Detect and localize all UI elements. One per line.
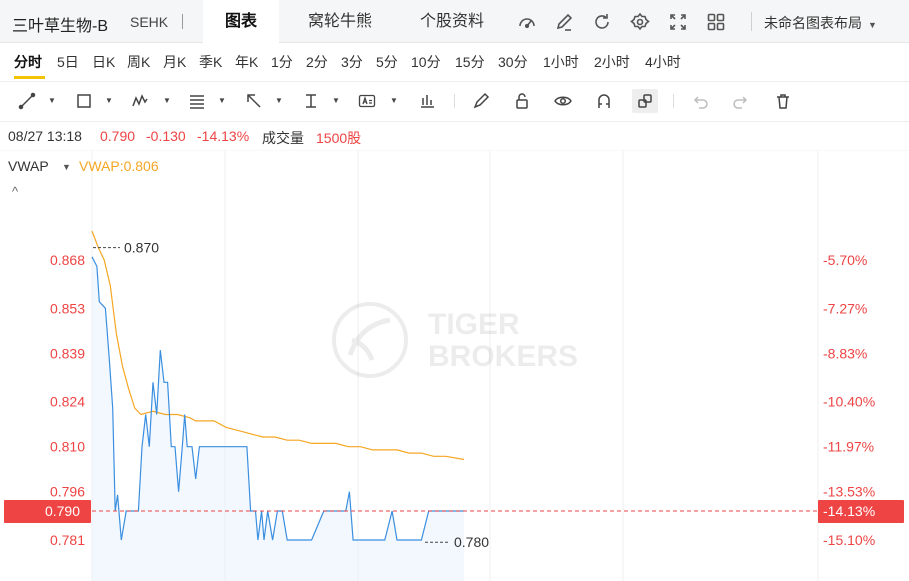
price-area	[92, 256, 465, 581]
price-tick-label: 0.868	[50, 252, 85, 268]
price-tick-label: 0.839	[50, 345, 85, 361]
tab-stock-profile[interactable]: 个股资料	[402, 0, 502, 43]
pct-tick-label: -5.70%	[823, 252, 867, 268]
period-yearly[interactable]: 年K	[235, 52, 258, 72]
edit-icon[interactable]	[553, 11, 575, 33]
grid-layout-icon[interactable]	[705, 11, 727, 33]
period-15min[interactable]: 15分	[455, 52, 485, 72]
period-1min[interactable]: 1分	[271, 52, 293, 72]
lock-icon[interactable]	[513, 89, 533, 113]
settings-icon[interactable]	[629, 11, 651, 33]
period-10min[interactable]: 10分	[411, 52, 441, 72]
price-tick-label: 0.810	[50, 439, 85, 455]
trash-icon[interactable]	[774, 89, 794, 113]
watermark-logo	[347, 317, 391, 361]
redo-icon[interactable]	[732, 89, 752, 113]
layout-select[interactable]: 未命名图表布局 ▼	[764, 13, 877, 33]
stock-exchange: SEHK	[130, 14, 169, 30]
period-5min[interactable]: 5分	[376, 52, 398, 72]
stock-header: 三叶草生物-B SEHK 图表 窝轮牛熊 个股资料 未命名图表布局 ▼	[0, 0, 909, 43]
refresh-icon[interactable]	[591, 11, 613, 33]
layout-select-label: 未命名图表布局	[764, 15, 862, 31]
chart-series: 0.870 0.780	[91, 230, 818, 581]
header-divider	[182, 14, 183, 29]
pct-tick-label: -11.97%	[823, 439, 874, 455]
gauge-icon[interactable]	[516, 11, 538, 33]
bar-indicator-icon[interactable]	[418, 89, 438, 113]
wave-pattern-tool-icon[interactable]: ▼	[131, 89, 173, 113]
stock-name: 三叶草生物-B	[12, 18, 109, 35]
pct-tick-label: -8.83%	[823, 345, 867, 361]
text-annotation-tool-icon[interactable]: ▼	[358, 89, 400, 113]
brush-icon[interactable]	[472, 89, 492, 113]
watermark-logo	[332, 302, 408, 378]
indicator-value: VWAP:0.806	[79, 158, 159, 174]
period-1hour[interactable]: 1小时	[543, 52, 579, 72]
chevron-down-icon: ▼	[868, 20, 877, 30]
intraday-chart[interactable]: TIGERBROKERS 0.870 0.780 0.868 0.853 0.839 0…	[0, 150, 909, 581]
quote-change-pct: -14.13%	[197, 128, 250, 144]
magnet-icon[interactable]	[595, 89, 615, 113]
indicator-dropdown-icon[interactable]: ▼	[62, 162, 71, 172]
low-marker-label: 0.780	[454, 534, 489, 550]
period-quarterly[interactable]: 季K	[199, 52, 222, 72]
current-price-badge-label: 0.790	[45, 503, 80, 519]
undo-icon[interactable]	[691, 89, 711, 113]
watermark-text: BROKERS	[428, 340, 578, 373]
measure-tool-icon[interactable]: ▼	[302, 89, 342, 113]
pct-tick-label: -15.10%	[823, 532, 875, 548]
quote-datetime: 08/27 13:18	[8, 128, 82, 144]
period-5d[interactable]: 5日	[57, 52, 79, 72]
divider	[0, 121, 909, 122]
rectangle-tool-icon[interactable]: ▼	[75, 89, 115, 113]
layout-divider	[751, 12, 752, 31]
period-monthly[interactable]: 月K	[163, 52, 186, 72]
pct-tick-label: -10.40%	[823, 394, 875, 410]
high-marker-label: 0.870	[124, 240, 159, 256]
vwap-line	[91, 230, 465, 461]
current-pct-badge-label: -14.13%	[823, 503, 875, 519]
arrow-tool-icon[interactable]: ▼	[245, 89, 285, 113]
toolbar-divider	[454, 94, 455, 108]
volume-label: 成交量	[262, 130, 304, 146]
eye-icon[interactable]	[554, 89, 574, 113]
price-tick-label: 0.796	[50, 484, 85, 500]
toolbar-divider	[673, 94, 674, 108]
fibonacci-tool-icon[interactable]: ▼	[188, 89, 228, 113]
pct-tick-label: -13.53%	[823, 484, 875, 500]
period-4hour[interactable]: 4小时	[645, 52, 681, 72]
quote-change: -0.130	[146, 128, 186, 144]
indicator-name: VWAP	[8, 158, 49, 174]
period-intraday[interactable]: 分时	[14, 52, 42, 72]
period-30min[interactable]: 30分	[498, 52, 528, 72]
line-tool-icon[interactable]: ▼	[18, 89, 58, 113]
period-daily[interactable]: 日K	[92, 52, 115, 72]
period-2hour[interactable]: 2小时	[594, 52, 630, 72]
period-weekly[interactable]: 周K	[127, 52, 150, 72]
quote-price: 0.790	[100, 128, 136, 144]
tiger-brokers-watermark: TIGERBROKERS	[332, 302, 578, 378]
active-period-indicator	[14, 76, 45, 79]
tab-warrants-cbbc[interactable]: 窝轮牛熊	[290, 0, 390, 43]
price-tick-label: 0.853	[50, 300, 85, 316]
price-tick-label: 0.781	[50, 532, 85, 548]
volume-value: 1500股	[316, 130, 362, 146]
watermark-text: TIGER	[428, 308, 520, 341]
price-tick-label: 0.824	[50, 394, 85, 410]
fullscreen-icon[interactable]	[667, 11, 689, 33]
link-icon[interactable]	[632, 89, 658, 113]
period-3min[interactable]: 3分	[341, 52, 363, 72]
collapse-indicator-icon[interactable]: ^	[12, 184, 18, 199]
tab-chart[interactable]: 图表	[203, 0, 279, 43]
period-2min[interactable]: 2分	[306, 52, 328, 72]
divider	[0, 81, 909, 82]
pct-tick-label: -7.27%	[823, 300, 867, 316]
